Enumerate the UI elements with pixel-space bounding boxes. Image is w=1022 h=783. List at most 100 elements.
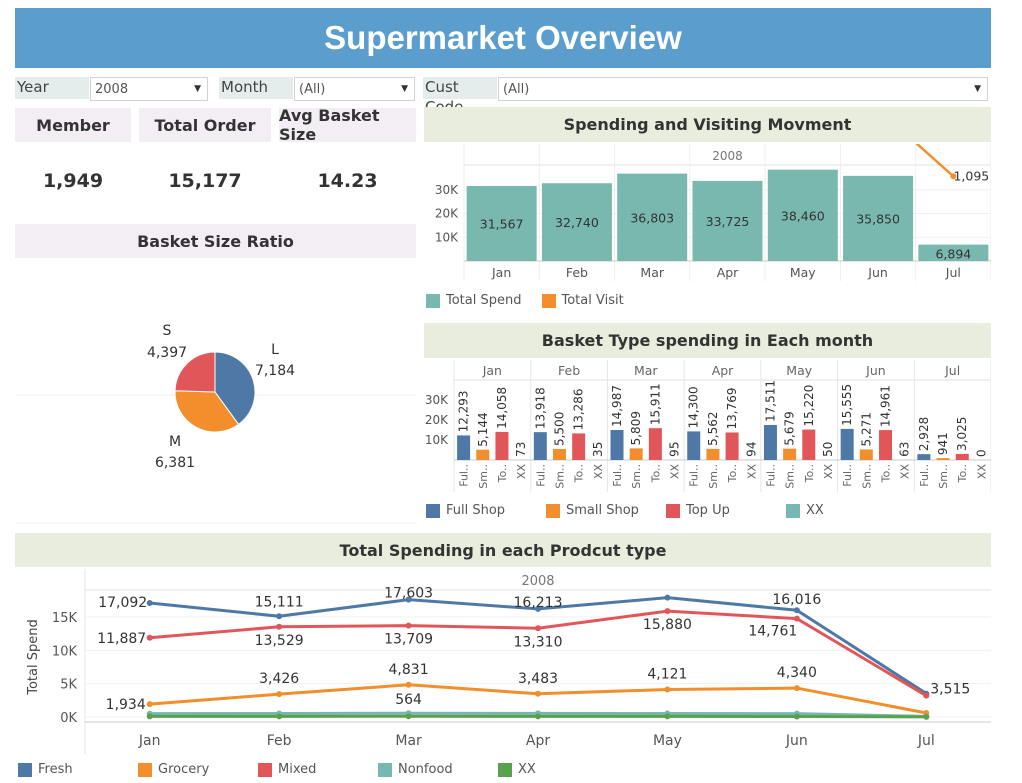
visit-label: 1,095 xyxy=(953,168,989,183)
basket-bar xyxy=(763,424,777,460)
series-point xyxy=(535,713,541,720)
series-point xyxy=(664,608,671,615)
series-point-label: 4,340 xyxy=(777,665,817,681)
y-tick-label: 30K xyxy=(425,393,449,407)
basket-bar xyxy=(457,435,471,460)
spend-bar-label: 32,740 xyxy=(555,215,599,230)
basket-bar-label: 17,511 xyxy=(763,380,777,422)
series-point xyxy=(664,686,671,693)
x-tick-label: Apr xyxy=(526,733,550,749)
basket-bar xyxy=(629,448,643,460)
cust-code-filter-label: Cust Code xyxy=(423,77,497,116)
series-point-label: 13,529 xyxy=(255,633,304,649)
month-filter-label: Month xyxy=(219,77,293,99)
dashboard-title: Supermarket Overview xyxy=(15,8,991,68)
series-point xyxy=(405,622,412,629)
series-point-label: 17,603 xyxy=(384,586,433,602)
y-tick-label: 30K xyxy=(435,183,459,197)
series-point xyxy=(146,701,153,708)
series-point xyxy=(535,625,541,632)
month-filter-dropdown[interactable]: (All) ▼ xyxy=(294,77,415,101)
type-tick-label: To.. xyxy=(649,464,662,483)
month-header: Apr xyxy=(712,363,734,378)
type-tick-label: To.. xyxy=(496,464,509,483)
type-tick-label: XX xyxy=(592,464,605,480)
spending-visiting-title: Spending and Visiting Movment xyxy=(424,107,991,142)
chevron-down-icon: ▼ xyxy=(401,84,408,94)
basket-bar xyxy=(783,448,797,460)
legend-swatch xyxy=(138,762,152,777)
legend-label: Total Spend xyxy=(446,293,522,308)
cust-code-filter-dropdown[interactable]: (All) ▼ xyxy=(498,77,988,101)
series-point-label: 15,111 xyxy=(255,594,304,610)
x-tick-label: Jul xyxy=(945,265,961,280)
basket-bar xyxy=(879,430,893,460)
legend-swatch xyxy=(666,503,680,518)
legend-top-up: Top Up xyxy=(666,503,730,518)
year-filter-dropdown[interactable]: 2008 ▼ xyxy=(90,77,208,101)
basket-bar-label: 14,961 xyxy=(879,385,893,427)
pie-label-value: 4,397 xyxy=(147,345,187,361)
series-point-label: 3,483 xyxy=(518,671,558,687)
legend-xx: XX xyxy=(786,503,824,518)
basket-bar xyxy=(572,433,586,460)
type-tick-label: Ful.. xyxy=(611,464,624,487)
type-tick-label: XX xyxy=(975,464,988,480)
x-tick-label: Apr xyxy=(717,265,739,280)
x-tick-label: Feb xyxy=(267,733,292,749)
basket-type-chart: 10K 20K 30K Jan 12,293 Ful.. 5,144 Sm.. 14,058 To… xyxy=(425,360,991,492)
series-point xyxy=(276,713,283,720)
type-tick-label: Sm.. xyxy=(860,464,873,489)
type-tick-label: To.. xyxy=(956,464,969,483)
legend-label: XX xyxy=(806,503,824,518)
series-point xyxy=(146,634,153,641)
basket-bar-label: 13,918 xyxy=(533,387,547,429)
basket-bar xyxy=(725,432,739,460)
basket-bar xyxy=(687,431,701,460)
basket-bar-label: 73 xyxy=(514,442,528,457)
basket-bar-label: 63 xyxy=(898,442,912,457)
basket-bar xyxy=(936,458,950,460)
month-header: Jul xyxy=(944,363,960,378)
basket-bar-label: 15,220 xyxy=(802,385,816,427)
basket-bar-label: 5,144 xyxy=(476,412,490,446)
series-point xyxy=(664,713,671,720)
month-filter-value: (All) xyxy=(299,82,326,97)
series-point xyxy=(923,692,930,699)
basket-bar-label: 13,769 xyxy=(725,387,739,429)
legend-xx-product: XX xyxy=(498,762,536,777)
type-tick-label: Sm.. xyxy=(477,464,490,489)
cust-code-filter-value: (All) xyxy=(503,82,530,97)
y-tick-label: 10K xyxy=(52,644,78,659)
basket-bar-label: 14,987 xyxy=(610,385,624,427)
x-tick-label: May xyxy=(653,733,682,749)
legend-grocery: Grocery xyxy=(138,762,209,777)
y-tick-label: 5K xyxy=(60,678,77,693)
basket-bar xyxy=(802,429,816,460)
basket-bar-label: 0 xyxy=(974,449,988,457)
type-tick-label: Sm.. xyxy=(630,464,643,489)
kpi-member-value: 1,949 xyxy=(42,170,104,192)
legend-small-shop: Small Shop xyxy=(546,503,639,518)
series-point xyxy=(793,713,800,720)
basket-type-title: Basket Type spending in Each month xyxy=(424,323,991,358)
basket-bar xyxy=(648,428,662,460)
spend-bar-label: 33,725 xyxy=(706,214,750,229)
basket-bar-label: 50 xyxy=(821,442,835,457)
basket-bar-label: 15,555 xyxy=(840,384,854,426)
basket-bar xyxy=(859,449,873,460)
basket-bar-label: 94 xyxy=(744,442,758,457)
x-tick-label: Jan xyxy=(491,265,511,280)
y-tick-label: 20K xyxy=(435,207,459,221)
kpi-total-order-label: Total Order xyxy=(139,108,271,142)
series-point xyxy=(793,615,800,622)
y-tick-label: 10K xyxy=(435,230,459,244)
type-tick-label: To.. xyxy=(573,464,586,483)
basket-size-ratio-title: Basket Size Ratio xyxy=(15,224,416,258)
series-point xyxy=(276,691,283,698)
type-tick-label: Ful.. xyxy=(841,464,854,487)
legend-label: XX xyxy=(518,762,536,777)
legend-total-spend: Total Spend xyxy=(426,293,522,308)
x-tick-label: May xyxy=(790,265,816,280)
basket-bar-label: 5,809 xyxy=(629,411,643,445)
